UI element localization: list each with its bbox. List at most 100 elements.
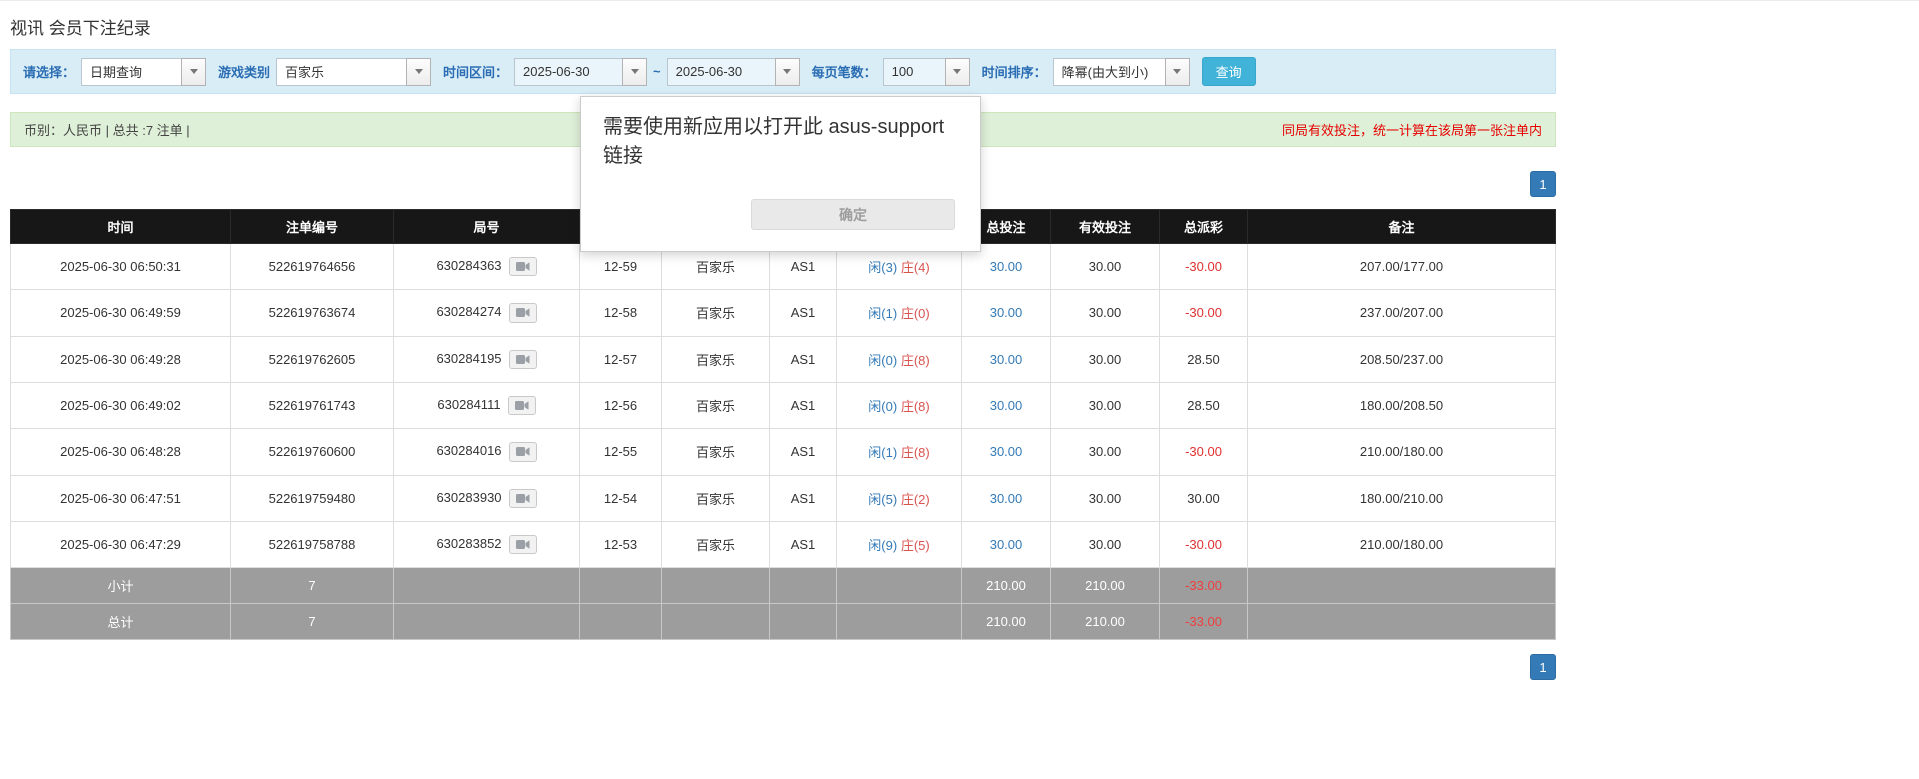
cell-payout: -30.00: [1160, 521, 1248, 567]
player-result: 闲(3): [868, 260, 897, 275]
summary-empty-cell: [770, 604, 837, 640]
sort-order-caret-button[interactable]: [1165, 58, 1190, 86]
cell-game: 百家乐: [662, 429, 770, 475]
summary-empty-cell: [1248, 604, 1556, 640]
summary-payout: -33.00: [1160, 604, 1248, 640]
cell-order-id: 522619762605: [231, 336, 394, 382]
summary-empty-cell: [770, 568, 837, 604]
cell-remark: 207.00/177.00: [1248, 244, 1556, 290]
cell-table-no: 12-56: [580, 382, 662, 428]
cell-remark: 210.00/180.00: [1248, 521, 1556, 567]
table-row: 2025-06-30 06:47:29522619758788630283852…: [11, 521, 1556, 567]
page-size-label: 每页笔数：: [812, 62, 877, 81]
table-row: 2025-06-30 06:49:28522619762605630284195…: [11, 336, 1556, 382]
cell-time: 2025-06-30 06:47:29: [11, 521, 231, 567]
page-number-button[interactable]: 1: [1530, 654, 1556, 680]
sort-order-input[interactable]: [1053, 58, 1165, 86]
total-bet-link[interactable]: 30.00: [990, 305, 1023, 320]
total-bet-link[interactable]: 30.00: [990, 537, 1023, 552]
query-type-caret-button[interactable]: [181, 58, 206, 86]
video-replay-button[interactable]: [509, 489, 537, 508]
open-app-dialog: 需要使用新应用以打开此 asus-support 链接 确定: [580, 96, 981, 252]
cell-platform: AS1: [770, 290, 837, 336]
total-bet-link[interactable]: 30.00: [990, 491, 1023, 506]
summary-empty-cell: [1248, 568, 1556, 604]
cell-game: 百家乐: [662, 382, 770, 428]
cell-result: 闲(0) 庄(8): [837, 382, 962, 428]
page-size-caret-button[interactable]: [945, 58, 970, 86]
query-type-input[interactable]: [81, 58, 181, 86]
cell-platform: AS1: [770, 475, 837, 521]
cell-time: 2025-06-30 06:50:31: [11, 244, 231, 290]
cell-round-id: 630284274: [394, 290, 580, 336]
total-bet-link[interactable]: 30.00: [990, 352, 1023, 367]
page-number-button[interactable]: 1: [1530, 171, 1556, 197]
page-size-combobox: [883, 58, 970, 86]
summary-empty-cell: [580, 604, 662, 640]
table-row: 2025-06-30 06:49:59522619763674630284274…: [11, 290, 1556, 336]
column-header: 有效投注: [1051, 210, 1160, 244]
summary-count: 7: [231, 568, 394, 604]
player-result: 闲(0): [868, 353, 897, 368]
summary-label: 总计: [11, 604, 231, 640]
banker-result: 庄(8): [901, 353, 930, 368]
cell-remark: 180.00/208.50: [1248, 382, 1556, 428]
cell-platform: AS1: [770, 521, 837, 567]
cell-valid-bet: 30.00: [1051, 475, 1160, 521]
video-replay-button[interactable]: [509, 350, 537, 369]
table-row: 2025-06-30 06:49:02522619761743630284111…: [11, 382, 1556, 428]
cell-table-no: 12-54: [580, 475, 662, 521]
cell-valid-bet: 30.00: [1051, 382, 1160, 428]
sort-order-label: 时间排序：: [982, 62, 1047, 81]
page-size-input[interactable]: [883, 58, 945, 86]
total-bet-link[interactable]: 30.00: [990, 444, 1023, 459]
banker-result: 庄(2): [901, 492, 930, 507]
date-from-input[interactable]: [514, 58, 622, 86]
dialog-confirm-button[interactable]: 确定: [751, 199, 955, 230]
column-header: 注单编号: [231, 210, 394, 244]
pagination-bottom: 1: [10, 654, 1556, 680]
date-to-caret-button[interactable]: [775, 58, 800, 86]
cell-round-id: 630284363: [394, 244, 580, 290]
cell-platform: AS1: [770, 429, 837, 475]
column-header: 时间: [11, 210, 231, 244]
range-separator: ~: [653, 64, 661, 79]
cell-result: 闲(1) 庄(0): [837, 290, 962, 336]
summary-empty-cell: [837, 604, 962, 640]
player-result: 闲(9): [868, 538, 897, 553]
cell-total-bet: 30.00: [962, 336, 1051, 382]
total-bet-link[interactable]: 30.00: [990, 398, 1023, 413]
sort-order-combobox: [1053, 58, 1190, 86]
video-replay-button[interactable]: [509, 442, 537, 461]
game-type-input[interactable]: [276, 58, 406, 86]
cell-remark: 208.50/237.00: [1248, 336, 1556, 382]
cell-payout: -30.00: [1160, 429, 1248, 475]
date-to-combobox: [667, 58, 800, 86]
round-id-text: 630284111: [437, 397, 500, 412]
total-bet-link[interactable]: 30.00: [990, 259, 1023, 274]
summary-total-bet: 210.00: [962, 568, 1051, 604]
video-replay-button[interactable]: [508, 396, 536, 415]
cell-table-no: 12-58: [580, 290, 662, 336]
video-replay-button[interactable]: [509, 535, 537, 554]
cell-valid-bet: 30.00: [1051, 244, 1160, 290]
cell-round-id: 630284111: [394, 382, 580, 428]
cell-result: 闲(9) 庄(5): [837, 521, 962, 567]
date-from-combobox: [514, 58, 647, 86]
notice-text: 同局有效投注，统一计算在该局第一张注单内: [1282, 120, 1542, 139]
cell-result: 闲(5) 庄(2): [837, 475, 962, 521]
summary-valid-bet: 210.00: [1051, 568, 1160, 604]
summary-valid-bet: 210.00: [1051, 604, 1160, 640]
video-replay-button[interactable]: [509, 257, 537, 276]
cell-game: 百家乐: [662, 336, 770, 382]
summary-total-bet: 210.00: [962, 604, 1051, 640]
game-type-caret-button[interactable]: [406, 58, 431, 86]
search-button[interactable]: 查询: [1202, 57, 1256, 86]
summary-count: 7: [231, 604, 394, 640]
cell-time: 2025-06-30 06:49:59: [11, 290, 231, 336]
cell-table-no: 12-53: [580, 521, 662, 567]
date-from-caret-button[interactable]: [622, 58, 647, 86]
video-replay-button[interactable]: [509, 303, 537, 322]
date-to-input[interactable]: [667, 58, 775, 86]
cell-total-bet: 30.00: [962, 382, 1051, 428]
